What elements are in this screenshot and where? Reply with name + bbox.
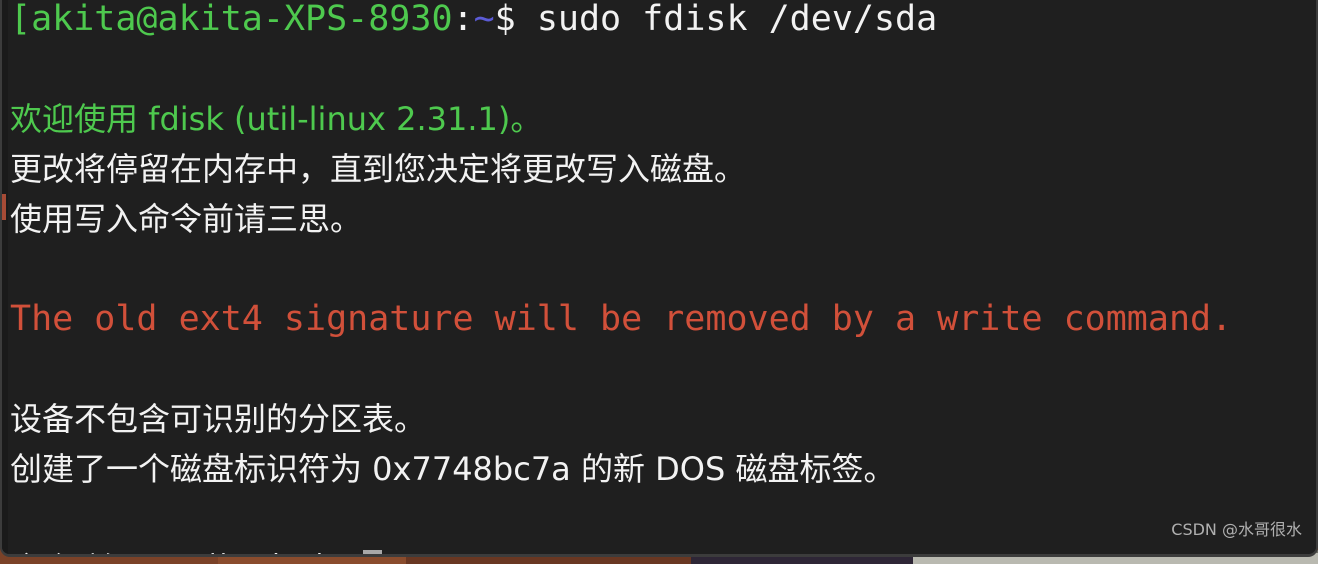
terminal-window[interactable]: [akita@akita-XPS-8930:~$ sudo fdisk /dev… (0, 0, 1318, 557)
prompt-colon: : (452, 0, 474, 39)
shell-prompt-line: [akita@akita-XPS-8930:~$ sudo fdisk /dev… (10, 0, 1316, 44)
fdisk-command-prompt-label: 命令(输入 m 获取帮助): (10, 550, 353, 554)
terminal-output: [akita@akita-XPS-8930:~$ sudo fdisk /dev… (10, 0, 1316, 554)
terminal-scrollbar[interactable] (2, 0, 8, 554)
prompt-path: ~ (473, 0, 495, 39)
prompt-sigil: $ (494, 0, 516, 39)
watermark: CSDN @水哥很水 (1171, 520, 1302, 539)
fdisk-command-prompt[interactable]: 命令(输入 m 获取帮助): (10, 544, 1316, 554)
output-line-no-partition-table: 设备不包含可识别的分区表。 (10, 400, 427, 438)
terminal-scrollbar-thumb[interactable] (2, 194, 6, 220)
output-line-welcome: 欢迎使用 fdisk (util-linux 2.31.1)。 (10, 100, 543, 138)
output-line-write-warning: 使用写入命令前请三思。 (10, 200, 363, 238)
terminal-screen[interactable]: [akita@akita-XPS-8930:~$ sudo fdisk /dev… (2, 0, 1316, 554)
output-line-memory-notice: 更改将停留在内存中，直到您决定将更改写入磁盘。 (10, 150, 747, 188)
entered-command: sudo fdisk /dev/sda (515, 0, 938, 39)
output-line-dos-label-created: 创建了一个磁盘标识符为 0x7748bc7a 的新 DOS 磁盘标签。 (10, 450, 896, 488)
prompt-open-bracket: [ (10, 0, 32, 39)
text-cursor (363, 550, 383, 554)
output-line-ext4-signature: The old ext4 signature will be removed b… (10, 299, 1233, 339)
prompt-user-host: akita@akita-XPS-8930 (31, 0, 453, 39)
